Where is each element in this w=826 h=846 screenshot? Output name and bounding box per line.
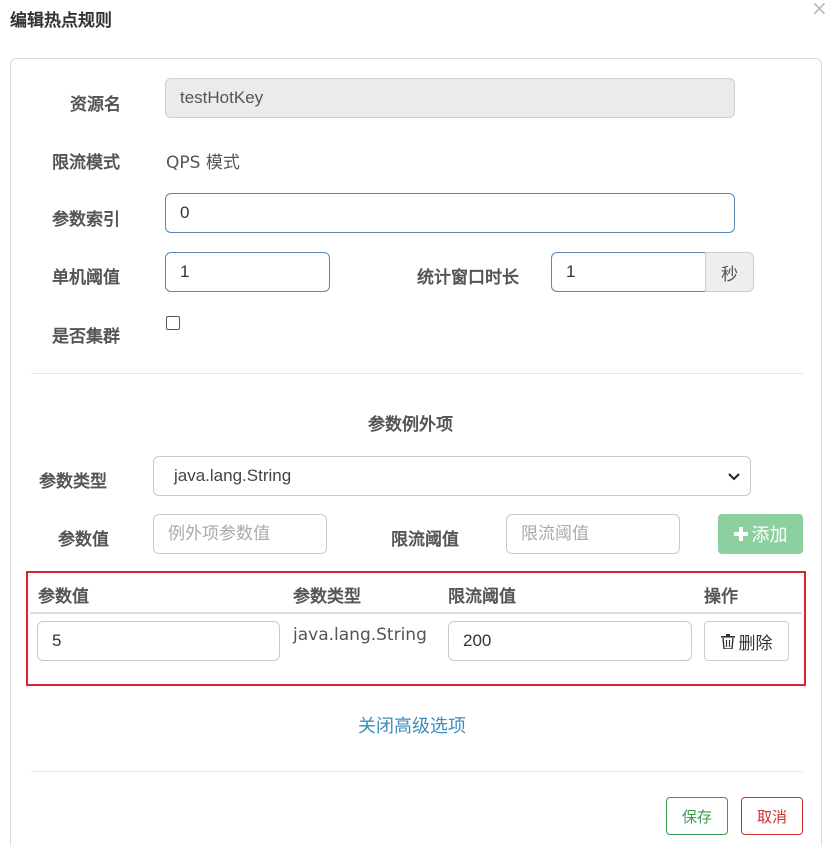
resource-name-label: 资源名 [70, 95, 121, 115]
delete-button-label: 删除 [738, 633, 773, 654]
stat-window-unit: 秒 [705, 252, 754, 292]
delete-button[interactable]: 删除 [704, 621, 789, 661]
param-index-input[interactable] [165, 193, 735, 233]
stat-window-label: 统计窗口时长 [417, 268, 519, 288]
cancel-button[interactable]: 取消 [741, 797, 803, 835]
chevron-down-icon [728, 473, 740, 481]
cluster-checkbox[interactable] [166, 316, 180, 330]
param-index-label: 参数索引 [52, 210, 120, 230]
save-button[interactable]: 保存 [666, 797, 728, 835]
dialog-title: 编辑热点规则 [10, 11, 112, 31]
limit-threshold-label: 限流阈值 [391, 530, 459, 550]
table-header-divider [30, 612, 802, 614]
section-divider [31, 373, 803, 374]
add-button-label: 添加 [751, 525, 788, 546]
resource-name-input [165, 78, 735, 118]
param-type-select[interactable]: java.lang.String [153, 456, 751, 496]
param-type-label: 参数类型 [39, 472, 107, 492]
param-type-selected: java.lang.String [174, 466, 292, 485]
add-button[interactable]: 添加 [718, 514, 803, 554]
table-header-type: 参数类型 [293, 587, 361, 607]
toggle-advanced-link[interactable]: 关闭高级选项 [358, 712, 466, 738]
limit-mode-label: 限流模式 [52, 153, 120, 173]
cluster-label: 是否集群 [52, 327, 120, 347]
row-value-input[interactable] [37, 621, 280, 661]
table-header-value: 参数值 [38, 587, 89, 607]
limit-threshold-input[interactable] [506, 514, 680, 554]
limit-mode-value: QPS 模式 [166, 153, 240, 173]
single-threshold-input[interactable] [165, 252, 330, 292]
table-header-threshold: 限流阈值 [448, 587, 516, 607]
stat-window-input[interactable] [551, 252, 706, 292]
exceptions-title: 参数例外项 [368, 415, 453, 435]
table-header-action: 操作 [704, 587, 738, 607]
param-value-input[interactable] [153, 514, 327, 554]
trash-icon [720, 633, 735, 649]
footer-divider [31, 771, 803, 772]
row-type-text: java.lang.String [293, 625, 427, 645]
row-threshold-input[interactable] [448, 621, 692, 661]
single-threshold-label: 单机阈值 [52, 268, 120, 288]
plus-icon [733, 527, 748, 541]
param-value-label: 参数值 [58, 530, 109, 550]
close-icon[interactable]: × [811, 0, 826, 20]
